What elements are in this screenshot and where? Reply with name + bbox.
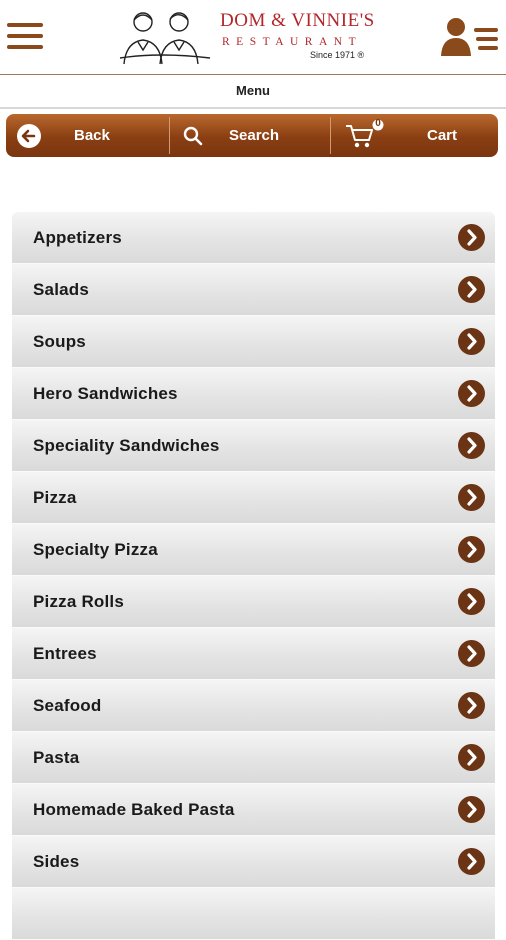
cart-label: Cart [427,127,458,144]
menu-item-soups[interactable]: Soups [12,316,495,368]
menu-item-appetizers[interactable]: Appetizers [12,212,495,264]
hamburger-menu-icon[interactable] [7,23,43,53]
menu-item-label: Specialty Pizza [33,540,158,559]
chevron-right-icon [458,276,485,303]
menu-item-label: Pizza Rolls [33,592,125,611]
menu-item-pasta[interactable]: Pasta [12,732,495,784]
logo-since: Since 1971 ® [310,50,365,60]
page-title: Menu [0,74,506,109]
menu-item-label: Seafood [33,696,102,715]
menu-item-sides[interactable]: Sides [12,836,495,888]
menu-item-salads[interactable]: Salads [12,264,495,316]
chevron-right-icon [458,848,485,875]
menu-item-partial[interactable] [12,888,495,940]
menu-item-label: Pizza [33,488,77,507]
menu-item-label: Sides [33,852,80,871]
back-label: Back [74,127,110,144]
chevron-right-icon [458,224,485,251]
search-icon [183,126,203,146]
app-header: DOM & VINNIE'S RESTAURANT Since 1971 ® [0,0,506,75]
menu-item-label: Pasta [33,748,80,767]
menu-item-entrees[interactable]: Entrees [12,628,495,680]
chevron-right-icon [458,536,485,563]
back-arrow-icon [17,124,41,148]
restaurant-logo: DOM & VINNIE'S RESTAURANT Since 1971 ® [116,8,378,66]
menu-category-list: Appetizers Salads Soups Hero Sandwiches … [12,212,495,940]
chevron-right-icon [458,640,485,667]
back-button[interactable]: Back [6,114,169,157]
cart-button[interactable]: 0 Cart [331,114,498,157]
menu-item-pizza[interactable]: Pizza [12,472,495,524]
menu-item-homemade-baked-pasta[interactable]: Homemade Baked Pasta [12,784,495,836]
menu-item-label: Hero Sandwiches [33,384,178,403]
menu-item-seafood[interactable]: Seafood [12,680,495,732]
menu-item-hero-sandwiches[interactable]: Hero Sandwiches [12,368,495,420]
search-button[interactable]: Search [170,114,330,157]
chevron-right-icon [458,432,485,459]
chevron-right-icon [458,328,485,355]
menu-item-label: Soups [33,332,86,351]
chevron-right-icon [458,692,485,719]
menu-item-label: Entrees [33,644,97,663]
logo-subtitle: RESTAURANT [222,36,363,48]
cart-icon [346,120,384,148]
menu-item-specialty-pizza[interactable]: Specialty Pizza [12,524,495,576]
menu-item-label: Homemade Baked Pasta [33,800,235,819]
chefs-illustration [119,12,211,65]
chevron-right-icon [458,380,485,407]
cart-count-badge: 0 [375,118,381,129]
account-list-icon[interactable] [440,16,500,58]
chevron-right-icon [458,588,485,615]
nav-bar: Back Search 0 Cart [6,114,498,157]
chevron-right-icon [458,744,485,771]
menu-item-label: Appetizers [33,228,122,247]
menu-item-label: Salads [33,280,90,299]
menu-item-label: Speciality Sandwiches [33,436,220,455]
logo-name: DOM & VINNIE'S [220,10,375,31]
search-label: Search [229,127,280,144]
menu-item-pizza-rolls[interactable]: Pizza Rolls [12,576,495,628]
menu-item-speciality-sandwiches[interactable]: Speciality Sandwiches [12,420,495,472]
chevron-right-icon [458,484,485,511]
chevron-right-icon [458,796,485,823]
